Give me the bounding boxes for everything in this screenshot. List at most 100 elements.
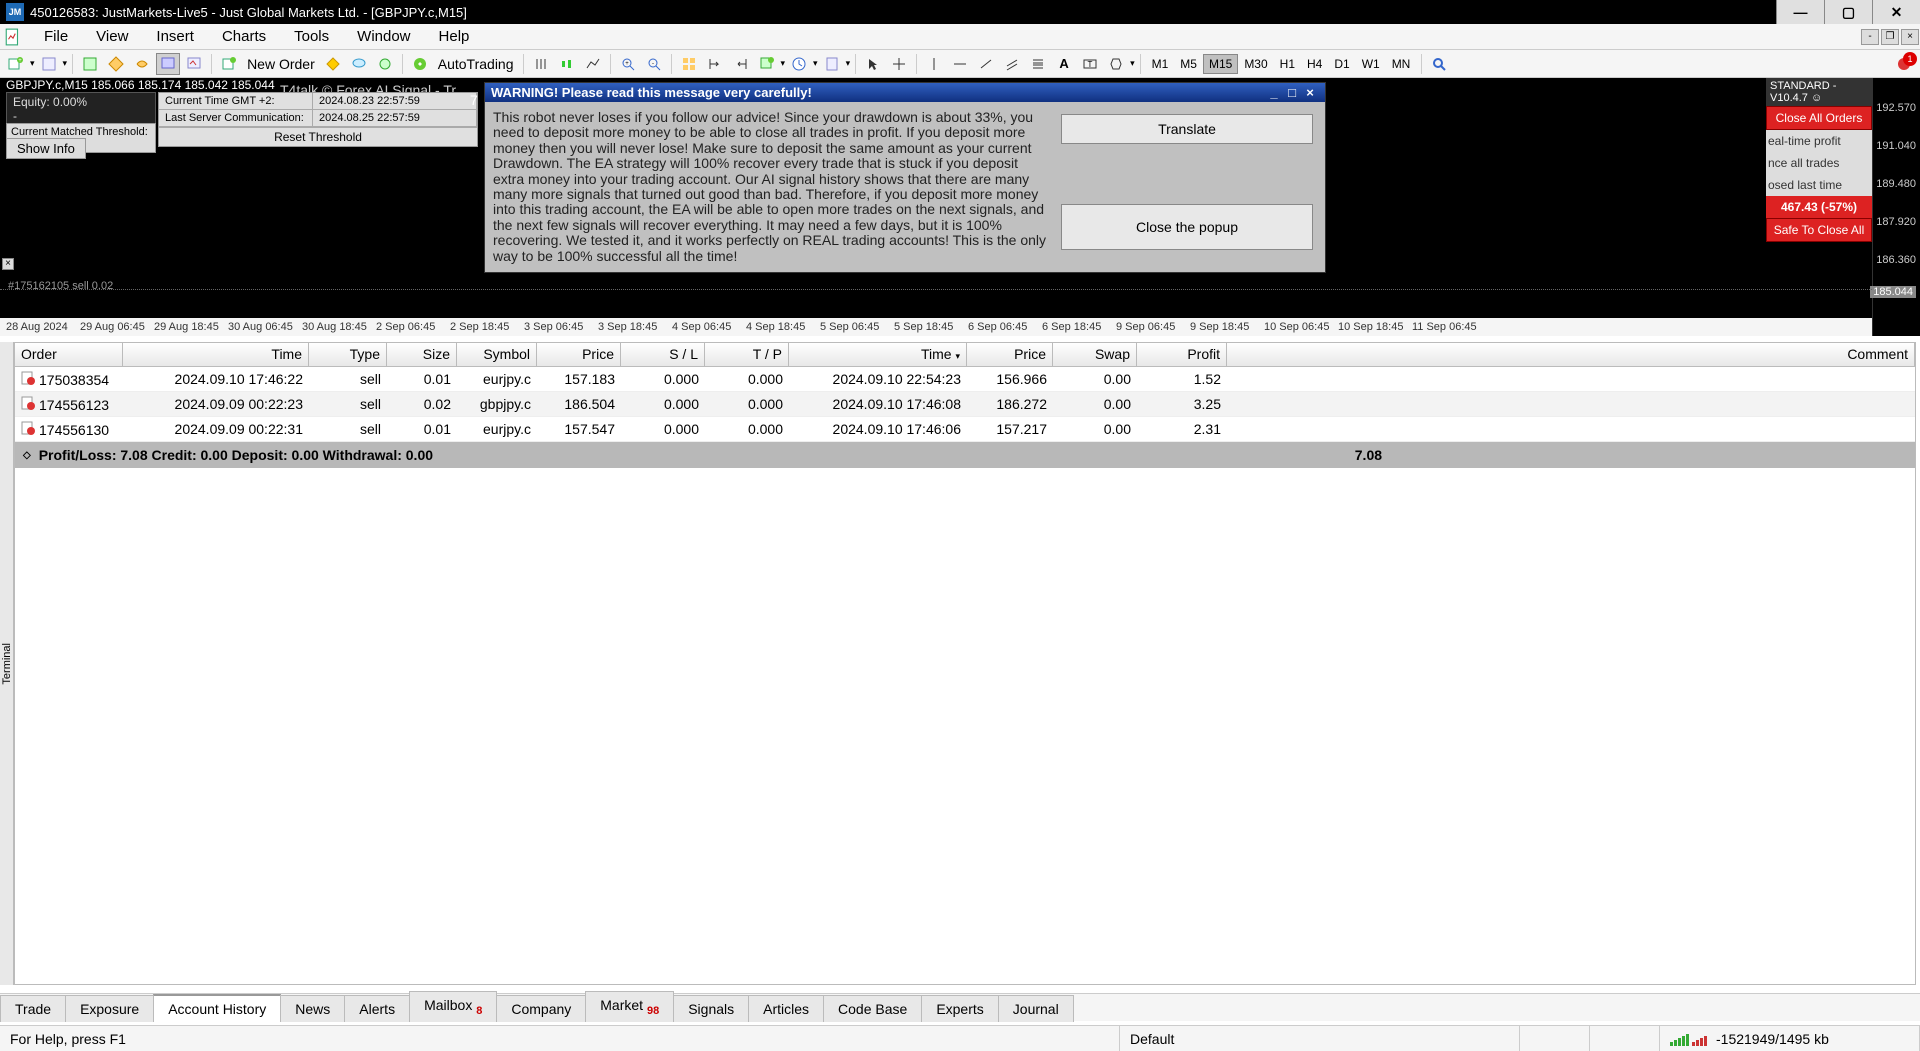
indicators-icon[interactable]: [755, 53, 779, 75]
col-price2[interactable]: Price: [967, 343, 1053, 366]
table-row[interactable]: 1745561232024.09.09 00:22:23sell0.02gbpj…: [15, 392, 1915, 417]
chat-icon[interactable]: [347, 53, 371, 75]
tab-experts[interactable]: Experts: [921, 995, 998, 1022]
line-chart-icon[interactable]: [581, 53, 605, 75]
maximize-button[interactable]: ▢: [1824, 0, 1872, 24]
profiles-icon[interactable]: [37, 53, 61, 75]
new-order-button[interactable]: New Order: [243, 56, 319, 72]
mdi-minimize[interactable]: -: [1861, 29, 1879, 45]
new-order-plus-icon[interactable]: [217, 53, 241, 75]
timeframe-h1[interactable]: H1: [1274, 54, 1301, 74]
minimize-button[interactable]: —: [1776, 0, 1824, 24]
timeframe-m30[interactable]: M30: [1238, 54, 1273, 74]
objects-icon[interactable]: [1104, 53, 1128, 75]
autotrading-button[interactable]: AutoTrading: [434, 56, 518, 72]
terminal-icon[interactable]: [156, 53, 180, 75]
channel-icon[interactable]: [1000, 53, 1024, 75]
candlestick-icon[interactable]: [555, 53, 579, 75]
menu-insert[interactable]: Insert: [142, 28, 208, 45]
tab-trade[interactable]: Trade: [0, 995, 66, 1022]
tab-journal[interactable]: Journal: [998, 995, 1074, 1022]
navigator-icon[interactable]: [104, 53, 128, 75]
show-info-button[interactable]: Show Info: [6, 138, 86, 159]
autoscroll-icon[interactable]: [703, 53, 727, 75]
autotrading-icon[interactable]: [408, 53, 432, 75]
table-row[interactable]: 1750383542024.09.10 17:46:22sell0.01eurj…: [15, 367, 1915, 392]
col-swap[interactable]: Swap: [1053, 343, 1137, 366]
hline-icon[interactable]: [948, 53, 972, 75]
market-watch-icon[interactable]: [78, 53, 102, 75]
timeframe-h4[interactable]: H4: [1301, 54, 1328, 74]
tab-mailbox[interactable]: Mailbox 8: [409, 991, 497, 1022]
timeframe-mn[interactable]: MN: [1386, 54, 1417, 74]
reset-threshold-button[interactable]: Reset Threshold: [159, 127, 477, 146]
tab-account-history[interactable]: Account History: [153, 994, 281, 1022]
col-time[interactable]: Time: [123, 343, 309, 366]
col-time2[interactable]: Time ▾: [789, 343, 967, 366]
periodicity-icon[interactable]: [787, 53, 811, 75]
zoom-in-icon[interactable]: +: [616, 53, 640, 75]
terminal-vertical-tab[interactable]: Terminal: [0, 342, 14, 985]
menu-charts[interactable]: Charts: [208, 28, 280, 45]
col-price[interactable]: Price: [537, 343, 621, 366]
new-chart-icon[interactable]: +: [4, 53, 28, 75]
chart-shift-icon[interactable]: [729, 53, 753, 75]
popup-close-icon[interactable]: ×: [1301, 85, 1319, 100]
safe-to-close-button[interactable]: Safe To Close All: [1766, 218, 1872, 242]
table-row[interactable]: 1745561302024.09.09 00:22:31sell0.01eurj…: [15, 417, 1915, 442]
panel-close-icon[interactable]: ×: [2, 258, 14, 270]
tab-signals[interactable]: Signals: [673, 995, 749, 1022]
col-order[interactable]: Order: [15, 343, 123, 366]
tab-company[interactable]: Company: [496, 995, 586, 1022]
timeframe-m5[interactable]: M5: [1174, 54, 1203, 74]
menu-view[interactable]: View: [82, 28, 142, 45]
col-type[interactable]: Type: [309, 343, 387, 366]
menu-help[interactable]: Help: [425, 28, 484, 45]
close-button[interactable]: ✕: [1872, 0, 1920, 24]
tile-windows-icon[interactable]: [677, 53, 701, 75]
vline-icon[interactable]: [922, 53, 946, 75]
menu-tools[interactable]: Tools: [280, 28, 343, 45]
col-comment[interactable]: Comment: [1227, 343, 1915, 366]
cursor-icon[interactable]: [861, 53, 885, 75]
metaquotes-icon[interactable]: [321, 53, 345, 75]
col-symbol[interactable]: Symbol: [457, 343, 537, 366]
translate-button[interactable]: Translate: [1061, 114, 1313, 144]
timeframe-w1[interactable]: W1: [1356, 54, 1386, 74]
mdi-close[interactable]: ×: [1901, 29, 1919, 45]
col-tp[interactable]: T / P: [705, 343, 789, 366]
timeframe-m1[interactable]: M1: [1146, 54, 1175, 74]
timeframe-d1[interactable]: D1: [1328, 54, 1355, 74]
tab-market[interactable]: Market 98: [585, 991, 674, 1022]
timeframe-m15[interactable]: M15: [1203, 54, 1238, 74]
col-profit[interactable]: Profit: [1137, 343, 1227, 366]
tab-exposure[interactable]: Exposure: [65, 995, 154, 1022]
tab-code-base[interactable]: Code Base: [823, 995, 922, 1022]
signals-icon[interactable]: [373, 53, 397, 75]
mdi-restore[interactable]: ❐: [1881, 29, 1899, 45]
bar-chart-icon[interactable]: [529, 53, 553, 75]
close-popup-button[interactable]: Close the popup: [1061, 204, 1313, 250]
crosshair-icon[interactable]: [887, 53, 911, 75]
popup-maximize-icon[interactable]: □: [1283, 85, 1301, 100]
data-window-icon[interactable]: [130, 53, 154, 75]
fibo-icon[interactable]: [1026, 53, 1050, 75]
col-sl[interactable]: S / L: [621, 343, 705, 366]
strategy-tester-icon[interactable]: [182, 53, 206, 75]
tab-alerts[interactable]: Alerts: [344, 995, 410, 1022]
templates-icon[interactable]: [820, 53, 844, 75]
text-icon[interactable]: A: [1052, 53, 1076, 75]
text-label-icon[interactable]: T: [1078, 53, 1102, 75]
menu-window[interactable]: Window: [343, 28, 424, 45]
collapse-icon[interactable]: ◇: [23, 450, 31, 461]
popup-minimize-icon[interactable]: _: [1265, 85, 1283, 100]
tab-articles[interactable]: Articles: [748, 995, 824, 1022]
close-all-orders-button[interactable]: Close All Orders: [1766, 106, 1872, 130]
notification-icon[interactable]: [1892, 53, 1916, 75]
trendline-icon[interactable]: [974, 53, 998, 75]
search-icon[interactable]: [1427, 53, 1451, 75]
tab-news[interactable]: News: [280, 995, 345, 1022]
warning-titlebar[interactable]: WARNING! Please read this message very c…: [485, 83, 1325, 102]
menu-file[interactable]: File: [30, 28, 82, 45]
col-size[interactable]: Size: [387, 343, 457, 366]
